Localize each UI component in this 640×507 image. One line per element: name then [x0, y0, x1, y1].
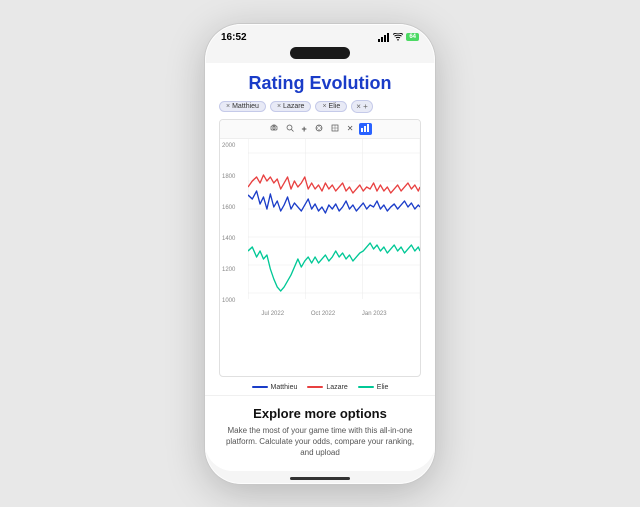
chart-toolbar: + ✕: [220, 120, 420, 139]
chart-container: + ✕ 2000 18: [219, 119, 421, 377]
tool-camera[interactable]: [268, 123, 280, 135]
tag-lazare[interactable]: × Lazare: [270, 101, 312, 112]
explore-section: Explore more options Make the most of yo…: [205, 395, 435, 471]
phone-screen: Rating Evolution × Matthieu × Lazare × E…: [205, 63, 435, 471]
tag-matthieu[interactable]: × Matthieu: [219, 101, 266, 112]
tool-close[interactable]: ✕: [345, 123, 356, 135]
home-indicator[interactable]: [290, 477, 350, 480]
legend-elie: Elie: [358, 384, 389, 391]
chart-svg: [248, 139, 420, 309]
legend-matthieu: Matthieu: [252, 384, 298, 391]
signal-icon: [378, 33, 390, 42]
x-axis-labels: Jul 2022 Oct 2022 Jan 2023: [220, 309, 420, 319]
screen-content: Rating Evolution × Matthieu × Lazare × E…: [205, 63, 435, 395]
wifi-icon: [393, 33, 403, 41]
status-bar: 16:52 64: [205, 24, 435, 47]
tool-box[interactable]: [329, 123, 341, 135]
battery-badge: 64: [406, 33, 419, 41]
tool-plus[interactable]: +: [300, 123, 309, 135]
filter-tags: × Matthieu × Lazare × Elie × +: [219, 100, 421, 113]
status-icons: 64: [378, 33, 419, 42]
tag-add-button[interactable]: × +: [351, 100, 373, 113]
tool-zoom[interactable]: [284, 123, 296, 135]
page-title: Rating Evolution: [219, 73, 421, 94]
phone-frame: 16:52 64 Rating Evolution: [205, 24, 435, 484]
legend-lazare: Lazare: [307, 384, 347, 391]
explore-text: Make the most of your game time with thi…: [219, 425, 421, 459]
dynamic-island: [290, 47, 350, 59]
status-time: 16:52: [221, 32, 247, 43]
y-axis-labels: 2000 1800 1600 1400 1200 1000: [222, 139, 235, 309]
chart-svg-area: 2000 1800 1600 1400 1200 1000: [220, 139, 420, 309]
chart-legend: Matthieu Lazare Elie: [219, 381, 421, 395]
tool-crosshair[interactable]: [313, 123, 325, 135]
tool-chart[interactable]: [359, 123, 372, 135]
explore-title: Explore more options: [219, 406, 421, 421]
tag-elie[interactable]: × Elie: [315, 101, 347, 112]
